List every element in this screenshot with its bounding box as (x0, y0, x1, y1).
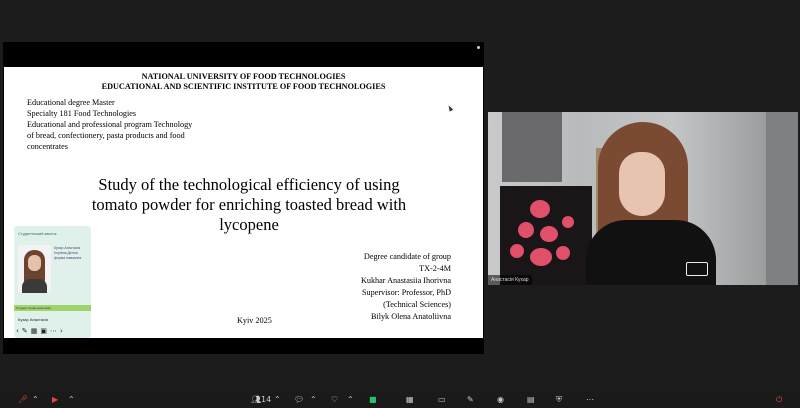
candidate-line: Kukhar Anastasiia Ihorivna (360, 276, 451, 285)
captions-icon[interactable]: ▤ (527, 394, 535, 406)
title-line: Study of the technological efficiency of… (98, 175, 400, 194)
slide-candidate: Degree candidate of group TX-2-4M Kukhar… (361, 251, 451, 323)
presenter-toolbar: ‹ ✎ ▦ ▣ ⋯ › (16, 326, 91, 336)
mic-muted-icon[interactable]: 🎤︎ (18, 394, 28, 406)
slide-meta: Educational degree Master Specialty 181 … (27, 97, 227, 152)
slide-title: Study of the technological efficiency of… (59, 175, 439, 235)
more-options-icon[interactable]: ⋯ (586, 394, 594, 406)
id-card-header: Студентський квиток (18, 231, 57, 236)
video-off-icon[interactable]: ▶︎ (52, 394, 58, 406)
prev-slide-icon[interactable]: ‹ (16, 327, 19, 335)
camera-icon[interactable]: ▣ (40, 327, 47, 335)
chat-chevron-icon[interactable]: ⌃ (310, 394, 317, 406)
participant-face (619, 152, 665, 216)
title-line: lycopene (219, 215, 279, 234)
reactions-icon[interactable]: ♡ (331, 394, 338, 406)
share-screen-icon[interactable]: ■ (369, 394, 377, 406)
reactions-chevron-icon[interactable]: ⌃ (347, 394, 354, 406)
painting-blob (540, 226, 558, 242)
candidate-line: (Technical Sciences) (383, 300, 451, 309)
candidate-line: Degree candidate of group (363, 252, 451, 261)
meta-line: Specialty 181 Food Technologies (27, 109, 137, 118)
participant-name-tag: Анастасія Кухар (488, 275, 532, 285)
candidate-line: Supervisor: Professor, PhD (361, 288, 451, 297)
meta-line: Educational and professional program Tec… (27, 120, 193, 129)
mouse-cursor-icon (446, 104, 454, 112)
slide-institute: EDUCATIONAL AND SCIENTIFIC INSTITUTE OF … (101, 82, 386, 91)
hoodie-logo (686, 262, 708, 276)
student-id-card-overlay: Студентський квиток Кухар Анастасія Ігор… (14, 226, 91, 338)
share-options-icon[interactable] (477, 46, 480, 49)
candidate-line: Bilyk Olena Anatoliivna (370, 312, 451, 321)
painting-blob (562, 216, 574, 228)
participants-count: 14 (261, 395, 272, 404)
next-slide-icon[interactable]: › (60, 327, 63, 335)
id-card-info: Кухар Анастасія Ігорівна Денна форма нав… (54, 246, 82, 260)
apps-icon[interactable]: ▦ (406, 394, 414, 406)
top-strip (0, 0, 800, 42)
meta-line: Educational degree Master (27, 98, 115, 107)
participant-video: Анастасія Кухар (488, 112, 798, 285)
id-card-name: Кухар Анастасія (18, 317, 49, 322)
painting-blob (530, 200, 550, 218)
video-options-chevron-icon[interactable]: ⌃ (68, 394, 75, 406)
id-card-photo (18, 245, 51, 293)
notes-icon[interactable]: ✎ (467, 394, 474, 406)
meeting-toolbar: 🎤︎ ⌃ ▶︎ ⌃ 👥︎ 14 ⌃ 💬︎ ⌃ ♡ ⌃ ■ ▦ ▭ ✎ ◉ ▤ ⛨… (0, 392, 800, 408)
participants-icon[interactable]: 👥︎ (251, 394, 261, 406)
photo-face (28, 255, 41, 271)
pen-icon[interactable]: ✎ (22, 327, 28, 335)
whiteboard-icon[interactable]: ▭ (438, 394, 446, 406)
background-wall (766, 112, 798, 285)
meta-line: of bread, confectionery, pasta products … (27, 131, 185, 140)
candidate-line: TX-2-4M (419, 264, 451, 273)
painting-blob (530, 248, 552, 266)
slide-city-year: Kyiv 2025 (237, 316, 272, 325)
mic-options-chevron-icon[interactable]: ⌃ (32, 394, 39, 406)
security-icon[interactable]: ⛨ (556, 394, 562, 406)
participants-chevron-icon[interactable]: ⌃ (274, 394, 281, 406)
background-shelf (502, 112, 562, 182)
more-icon[interactable]: ⋯ (50, 327, 57, 335)
meta-line: concentrates (27, 142, 68, 151)
painting-blob (510, 244, 524, 258)
slide-university: NATIONAL UNIVERSITY OF FOOD TECHNOLOGIES (141, 72, 346, 81)
painting-blob (556, 246, 570, 260)
record-icon[interactable]: ◉ (497, 394, 504, 406)
painting-blob (518, 222, 534, 238)
leave-meeting-icon[interactable]: ⏻ (776, 394, 782, 406)
chat-icon[interactable]: 💬︎ (294, 394, 304, 406)
photo-body (22, 279, 47, 293)
title-line: tomato powder for enriching toasted brea… (91, 195, 407, 214)
id-card-stripe: Студент Кухар Анастасія (14, 305, 91, 311)
slides-grid-icon[interactable]: ▦ (31, 327, 38, 335)
background-painting (500, 186, 592, 285)
